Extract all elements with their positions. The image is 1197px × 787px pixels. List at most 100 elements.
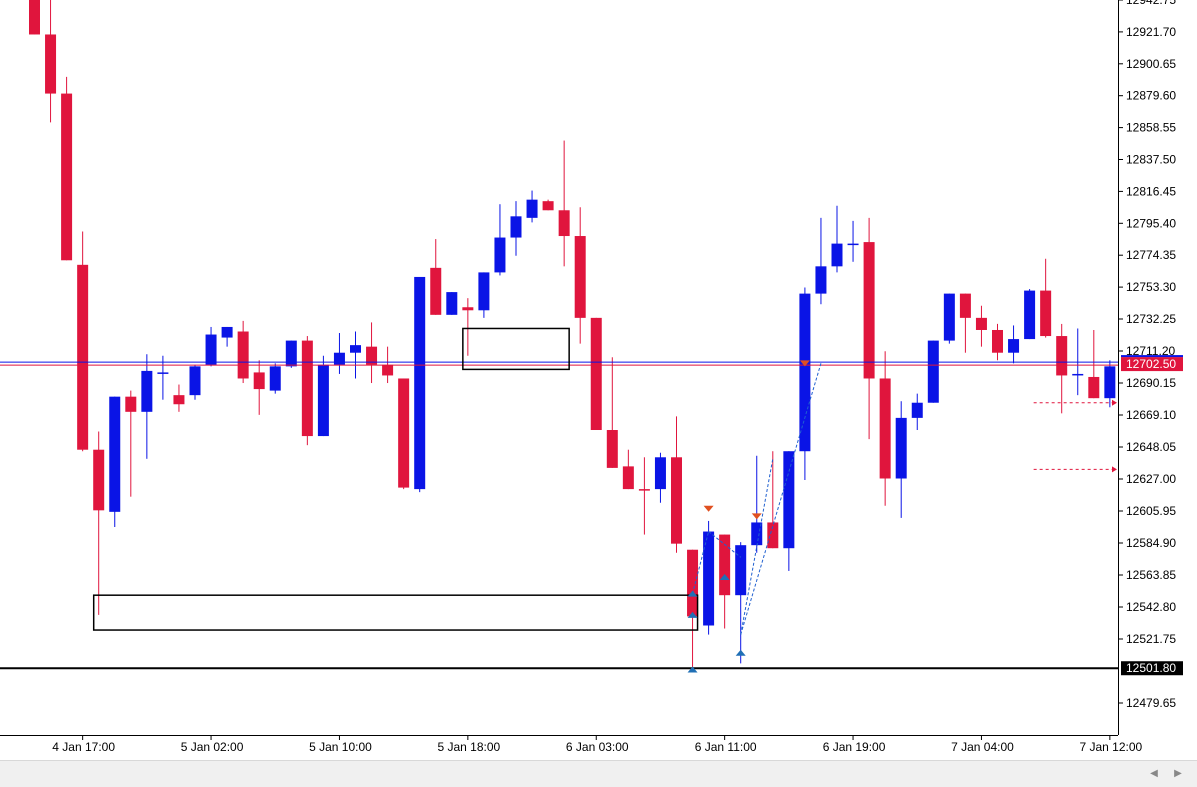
price-tick-label: 12816.45: [1126, 184, 1176, 198]
candle-body: [622, 466, 634, 490]
candle-body: [703, 531, 715, 626]
candle-body: [478, 272, 490, 311]
candle-body: [221, 326, 233, 338]
pending-order-arrow-icon: [1112, 399, 1117, 406]
candle-body: [462, 307, 474, 311]
zone-rectangle[interactable]: [92, 594, 699, 631]
candle-body: [943, 293, 955, 341]
candle-body: [959, 293, 971, 318]
candle-body: [815, 266, 827, 294]
current-price-label: 12702.50: [1126, 357, 1176, 371]
overlay-layer: [0, 327, 1118, 673]
candle-body: [671, 457, 682, 544]
chart-scrollbar[interactable]: ◀ ▶: [0, 760, 1197, 787]
price-tick-label: 12921.70: [1126, 25, 1176, 39]
candle-body: [29, 0, 40, 35]
price-tick-label: 12563.85: [1126, 568, 1176, 582]
price-tick-label: 12900.65: [1126, 57, 1176, 71]
candle-body: [157, 372, 169, 374]
time-tick-label: 5 Jan 18:00: [437, 740, 500, 754]
candle-body: [831, 243, 843, 267]
candle-body: [382, 364, 394, 376]
time-tick-label: 4 Jan 17:00: [52, 740, 115, 754]
candle-body: [590, 317, 602, 431]
scroll-left-icon[interactable]: ◀: [1145, 765, 1163, 783]
candle-body: [253, 372, 265, 390]
price-tick-label: 12837.50: [1126, 153, 1176, 167]
candle-body: [1040, 290, 1052, 337]
candle-body: [269, 366, 281, 391]
time-axis: 4 Jan 17:00 5 Jan 02:00 5 Jan 10:00 5 Jan 1…: [52, 735, 1143, 754]
time-tick-label: 5 Jan 02:00: [181, 740, 244, 754]
candle-body: [863, 242, 875, 379]
candle-body: [927, 340, 939, 403]
sell-arrow-icon: [751, 513, 762, 520]
candle-body: [606, 430, 618, 468]
price-tick-label: 12732.25: [1126, 312, 1176, 326]
price-tick-label: 12605.95: [1126, 504, 1176, 518]
candle-body: [125, 396, 137, 412]
candle-body: [1008, 339, 1020, 353]
price-chart[interactable]: 12942.75 12921.70 12900.65 12879.60 12858.55…: [0, 0, 1197, 760]
candle-body: [895, 417, 907, 479]
candle-body: [1104, 366, 1116, 399]
candles-layer: [29, 0, 1116, 670]
candle-body: [173, 395, 185, 405]
price-tick-label: 12479.65: [1126, 696, 1176, 710]
candle-body: [735, 545, 747, 596]
time-tick-label: 7 Jan 04:00: [951, 740, 1014, 754]
sell-arrow-icon: [703, 505, 714, 512]
candle-body: [189, 366, 201, 396]
zone-rectangle[interactable]: [462, 327, 570, 371]
candle-body: [1088, 376, 1100, 399]
candle-body: [799, 293, 811, 452]
price-tick-label: 12584.90: [1126, 536, 1176, 550]
candle-body: [141, 370, 153, 412]
price-tick-label: 12542.80: [1126, 600, 1176, 614]
candle-body: [494, 237, 506, 273]
time-tick-label: 7 Jan 12:00: [1079, 740, 1142, 754]
candle-body: [301, 340, 313, 437]
candle-body: [333, 352, 345, 365]
candle-body: [687, 549, 699, 617]
candle-body: [1024, 290, 1036, 340]
time-tick-label: 6 Jan 19:00: [823, 740, 886, 754]
candle-body: [77, 264, 89, 450]
candle-body: [414, 276, 426, 490]
trade-line: [740, 363, 822, 635]
price-tick-label: 12795.40: [1126, 216, 1176, 230]
candle-body: [1056, 336, 1068, 376]
price-tick-label: 12669.10: [1126, 408, 1176, 422]
candle-body: [638, 489, 650, 491]
price-tick-label: 12521.75: [1126, 632, 1176, 646]
price-tick-label: 12774.35: [1126, 248, 1176, 262]
candle-body: [93, 449, 105, 511]
candle-body: [574, 236, 586, 318]
candle-body: [510, 216, 522, 238]
time-tick-label: 6 Jan 03:00: [566, 740, 629, 754]
support-price-label: 12501.80: [1126, 661, 1176, 675]
candle-body: [205, 334, 217, 365]
candle-body: [237, 331, 249, 379]
candle-body: [317, 364, 329, 437]
price-tick-label: 12753.30: [1126, 280, 1176, 294]
candle-body: [911, 402, 923, 418]
candle-body: [783, 451, 795, 549]
price-axis: 12942.75 12921.70 12900.65 12879.60 12858.55…: [1118, 0, 1183, 710]
price-tick-label: 12690.15: [1126, 376, 1176, 390]
buy-arrow-icon: [735, 649, 746, 656]
scroll-right-icon[interactable]: ▶: [1169, 765, 1187, 783]
candle-body: [654, 457, 666, 490]
pending-order-arrow-icon: [1112, 466, 1117, 473]
time-tick-label: 5 Jan 10:00: [309, 740, 372, 754]
candle-body: [398, 378, 410, 488]
candle-body: [879, 378, 891, 479]
candle-body: [975, 317, 987, 330]
candle-body: [1072, 373, 1084, 376]
candle-body: [430, 267, 442, 315]
candle-body: [719, 534, 731, 596]
price-tick-label: 12942.75: [1126, 0, 1176, 7]
candle-body: [526, 199, 538, 218]
price-tick-label: 12858.55: [1126, 121, 1176, 135]
candle-body: [350, 345, 361, 353]
